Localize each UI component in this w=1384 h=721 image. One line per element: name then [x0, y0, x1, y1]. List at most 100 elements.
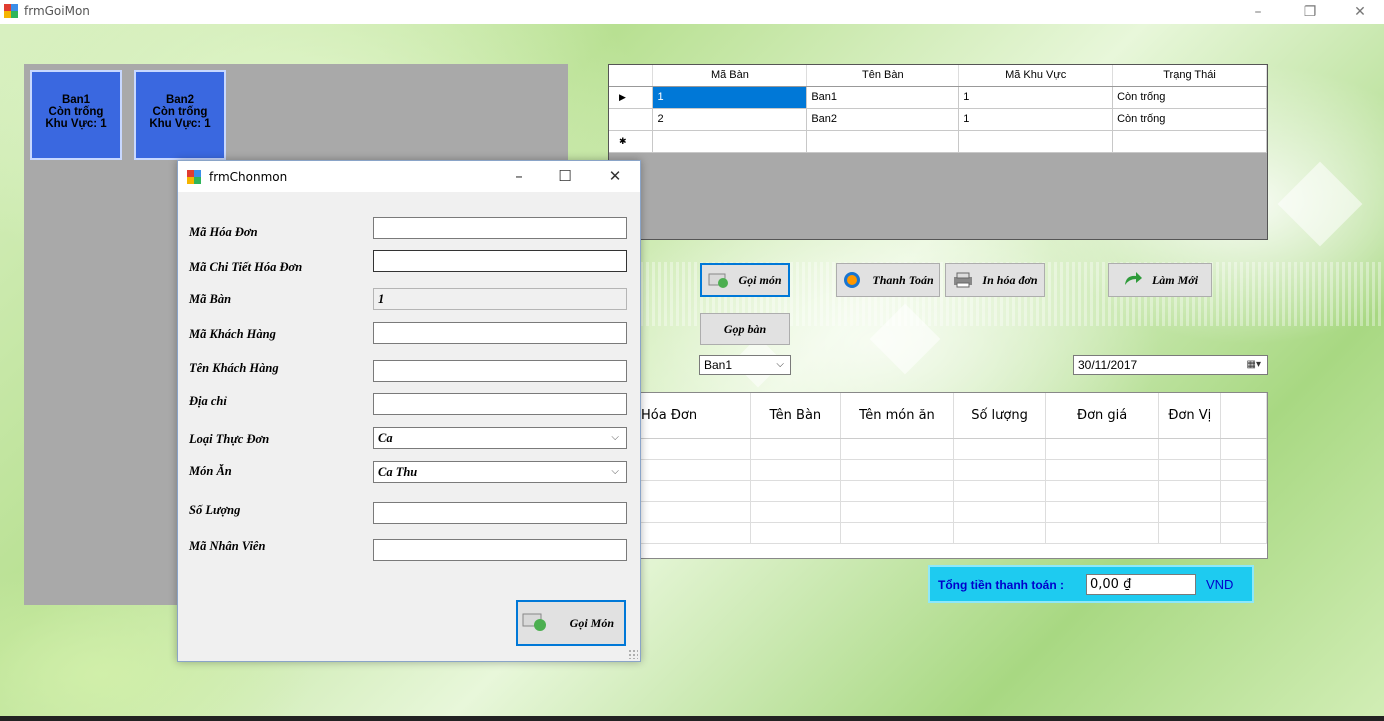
total-label: Tổng tiền thanh toán : — [938, 578, 1064, 592]
table-tile-ban2[interactable]: Ban2 Còn trống Khu Vực: 1 — [134, 70, 226, 160]
goi-mon-submit-button[interactable]: Gọi Món — [516, 600, 626, 646]
ma-khach-hang-label: Mã Khách Hàng — [189, 327, 276, 341]
grid-cell[interactable]: Còn trống — [1112, 107, 1267, 131]
minimize-button[interactable]: – — [1238, 0, 1278, 24]
loai-thuc-don-select[interactable]: Ca ⌵ — [373, 427, 627, 449]
total-panel: Tổng tiền thanh toán : 0,00 ₫ VND — [928, 565, 1254, 603]
table-row[interactable] — [641, 480, 1267, 502]
mon-an-select[interactable]: Ca Thu ⌵ — [373, 461, 627, 483]
gop-ban-button[interactable]: Gọp bàn — [700, 313, 790, 345]
ten-khach-hang-label: Tên Khách Hàng — [189, 361, 279, 375]
ma-hoa-don-input[interactable] — [373, 217, 627, 239]
taskbar-edge — [0, 716, 1384, 721]
refresh-icon — [1122, 271, 1144, 289]
app-icon — [4, 4, 18, 18]
grid-cell[interactable]: Ban2 — [806, 107, 960, 131]
calendar-icon: ▦▾ — [1246, 359, 1261, 370]
table-row[interactable] — [641, 459, 1267, 481]
restore-button[interactable]: ❐ — [1290, 0, 1330, 24]
mon-an-label: Món Ăn — [189, 464, 232, 478]
main-title-bar: frmGoiMon – ❐ ✕ — [0, 0, 1384, 24]
table-grid[interactable]: Mã Bàn Tên Bàn Mã Khu Vực Trạng Thái ▶ 1… — [608, 64, 1268, 240]
column-header[interactable]: Hóa Đơn — [641, 393, 752, 439]
dialog-title: frmChonmon — [209, 170, 288, 184]
resize-grip[interactable] — [628, 649, 638, 659]
grid-cell[interactable]: Còn trống — [1112, 85, 1267, 109]
chevron-down-icon: ⌵ — [611, 432, 619, 443]
table-tile-ban1[interactable]: Ban1 Còn trống Khu Vực: 1 — [30, 70, 122, 160]
table-status: Còn trống — [48, 106, 104, 118]
ma-nhan-vien-label: Mã Nhân Viên — [189, 539, 266, 553]
date-picker[interactable]: 30/11/2017 ▦▾ — [1073, 355, 1268, 375]
invoice-grid[interactable]: Hóa Đơn Tên Bàn Tên món ăn Số lượng Đơn … — [640, 392, 1268, 559]
chon-mon-dialog: frmChonmon – ☐ ✕ Mã Hóa Đơn Mã Chi Tiết … — [177, 160, 641, 662]
table-name: Ban2 — [165, 94, 195, 106]
grid-cell[interactable] — [958, 129, 1114, 153]
column-header-blank — [1220, 393, 1267, 439]
thanh-toan-button[interactable]: Thanh Toán — [836, 263, 940, 297]
column-header[interactable]: Mã Bàn — [652, 65, 808, 87]
column-header[interactable]: Đơn Vị — [1158, 393, 1222, 439]
ma-ban-label: Mã Bàn — [189, 292, 232, 306]
table-row[interactable]: 2 Ban2 1 Còn trống — [609, 107, 1267, 131]
dialog-maximize-button[interactable]: ☐ — [542, 161, 588, 192]
table-area: Khu Vực: 1 — [45, 118, 107, 130]
current-row-icon: ▶ — [609, 85, 654, 109]
in-hoa-don-button[interactable]: In hóa đơn — [945, 263, 1045, 297]
dia-chi-input[interactable] — [373, 393, 627, 415]
app-icon — [187, 170, 201, 184]
ma-chi-tiet-input[interactable] — [373, 250, 627, 272]
payment-icon — [842, 271, 864, 289]
new-row[interactable]: ✱ — [609, 129, 1267, 153]
column-header[interactable]: Tên món ăn — [840, 393, 955, 439]
table-area: Khu Vực: 1 — [149, 118, 211, 130]
dialog-close-button[interactable]: ✕ — [592, 161, 638, 192]
new-row-icon: ✱ — [609, 129, 654, 153]
grid-cell[interactable] — [652, 129, 808, 153]
grid-cell[interactable]: Ban1 — [806, 85, 960, 109]
loai-thuc-don-label: Loại Thực Đơn — [189, 432, 270, 446]
table-status: Còn trống — [152, 106, 208, 118]
grid-cell[interactable]: 1 — [652, 85, 808, 109]
grid-cell[interactable]: 1 — [958, 85, 1114, 109]
row-header-corner — [609, 65, 654, 87]
ten-khach-hang-input[interactable] — [373, 360, 627, 382]
printer-icon — [952, 271, 974, 289]
table-row[interactable] — [641, 438, 1267, 460]
so-luong-label: Số Lượng — [189, 503, 241, 517]
currency-label: VND — [1206, 577, 1234, 592]
table-row[interactable] — [641, 522, 1267, 544]
column-header[interactable]: Tên Bàn — [806, 65, 960, 87]
leaf-decoration — [1277, 161, 1363, 247]
column-header[interactable]: Mã Khu Vực — [958, 65, 1114, 87]
ma-khach-hang-input[interactable] — [373, 322, 627, 344]
chevron-down-icon: ⌵ — [611, 466, 619, 477]
grid-cell[interactable]: 1 — [958, 107, 1114, 131]
column-header[interactable]: Đơn giá — [1045, 393, 1160, 439]
grid-cell[interactable]: 2 — [652, 107, 808, 131]
table-row[interactable]: ▶ 1 Ban1 1 Còn trống — [609, 85, 1267, 109]
column-header[interactable]: Trạng Thái — [1112, 65, 1267, 87]
total-value-field[interactable]: 0,00 ₫ — [1086, 574, 1196, 595]
table-select[interactable]: Ban1 ⌵ — [699, 355, 791, 375]
dialog-minimize-button[interactable]: – — [496, 161, 542, 192]
dia-chi-label: Địa chỉ — [189, 394, 227, 408]
grid-cell[interactable] — [806, 129, 960, 153]
row-header — [609, 107, 654, 131]
so-luong-input[interactable] — [373, 502, 627, 524]
close-button[interactable]: ✕ — [1340, 0, 1380, 24]
table-name: Ban1 — [61, 94, 91, 106]
chevron-down-icon: ⌵ — [776, 359, 784, 370]
lam-moi-button[interactable]: Làm Mới — [1108, 263, 1212, 297]
order-icon — [708, 271, 730, 289]
order-icon — [522, 612, 548, 634]
table-row[interactable] — [641, 501, 1267, 523]
goi-mon-button[interactable]: Gọi món — [700, 263, 790, 297]
ma-ban-input[interactable]: 1 — [373, 288, 627, 310]
ma-chi-tiet-label: Mã Chi Tiết Hóa Đơn — [189, 260, 303, 274]
column-header[interactable]: Số lượng — [953, 393, 1046, 439]
window-title: frmGoiMon — [24, 4, 90, 18]
ma-nhan-vien-input[interactable] — [373, 539, 627, 561]
column-header[interactable]: Tên Bàn — [750, 393, 841, 439]
grid-cell[interactable] — [1112, 129, 1267, 153]
